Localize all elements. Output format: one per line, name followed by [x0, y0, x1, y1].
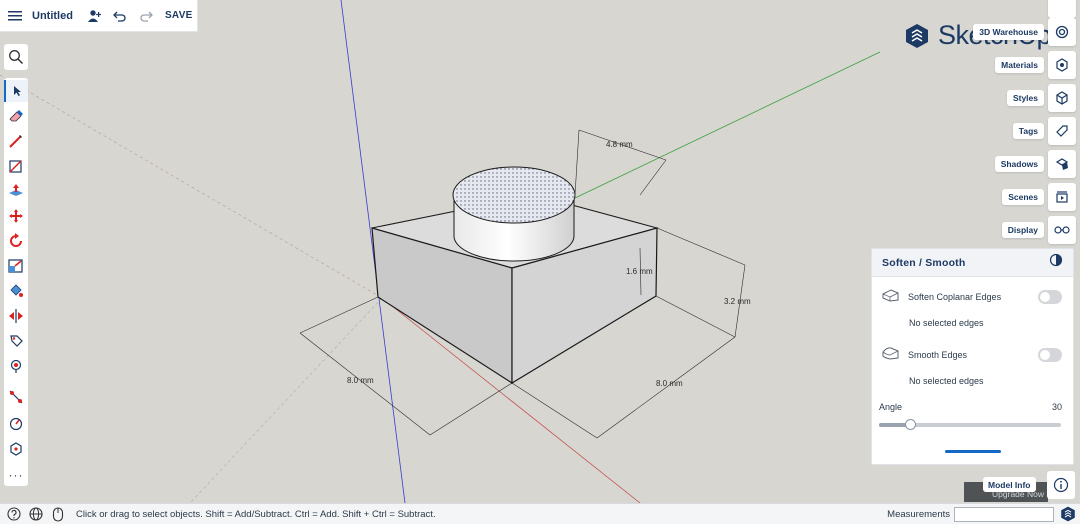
angle-slider[interactable]: [879, 419, 1061, 430]
angle-value: 30: [1051, 402, 1062, 412]
document-title[interactable]: Untitled: [32, 10, 73, 22]
styles-icon[interactable]: [1048, 84, 1076, 112]
angle-slider-thumb[interactable]: [904, 419, 916, 430]
soften-coplanar-row: Soften Coplanar Edges: [882, 288, 1062, 306]
rp-display-label[interactable]: Display: [1001, 222, 1044, 238]
cylinder-top-selected: [452, 166, 576, 224]
mouse-icon[interactable]: [50, 506, 66, 522]
rp-tags-label[interactable]: Tags: [1012, 123, 1044, 139]
soften-coplanar-toggle[interactable]: [1038, 290, 1062, 304]
dim-box-width: 8.0 mm: [347, 376, 374, 385]
paint-bucket-icon[interactable]: [4, 280, 28, 302]
rp-materials-label[interactable]: Materials: [995, 57, 1044, 73]
dim-box-depth: 8.0 mm: [656, 379, 683, 388]
measurements-label: Measurements: [887, 508, 950, 520]
orbit-icon[interactable]: [4, 438, 28, 460]
add-user-icon[interactable]: [81, 3, 107, 29]
left-toolbar: ···: [4, 78, 28, 486]
info-icon[interactable]: [1047, 471, 1075, 499]
select-arrow-icon[interactable]: [4, 80, 28, 102]
materials-icon[interactable]: [1048, 51, 1076, 79]
help-icon[interactable]: [6, 506, 22, 522]
warehouse-icon[interactable]: [1048, 18, 1076, 46]
status-bar: Click or drag to select objects. Shift =…: [0, 503, 1080, 524]
smooth-edges-row: Smooth Edges: [882, 346, 1062, 364]
soften-smooth-panel: Soften / Smooth Soften Coplanar Edges No…: [871, 248, 1074, 465]
smooth-edges-toggle[interactable]: [1038, 348, 1062, 362]
soften-contrast-icon[interactable]: [1049, 253, 1063, 272]
top-bar: Untitled SAVE: [0, 0, 198, 32]
smooth-edges-icon: [882, 346, 900, 365]
compass-icon[interactable]: [4, 412, 28, 434]
save-button[interactable]: SAVE: [165, 10, 193, 21]
green-axis: [574, 51, 881, 199]
rp-3d-warehouse-label[interactable]: 3D Warehouse: [973, 24, 1044, 40]
more-tools-button[interactable]: ···: [4, 464, 28, 486]
scale-icon[interactable]: [4, 255, 28, 277]
move-icon[interactable]: [4, 205, 28, 227]
push-pull-icon[interactable]: [4, 180, 28, 202]
soften-panel-header: Soften / Smooth: [872, 249, 1073, 277]
rp-scenes-label[interactable]: Scenes: [1002, 189, 1044, 205]
tags-icon[interactable]: [1048, 117, 1076, 145]
hamburger-icon[interactable]: [2, 3, 28, 29]
undo-icon[interactable]: [107, 3, 133, 29]
sketchup-small-logo-icon[interactable]: [1060, 506, 1076, 522]
position-camera-icon[interactable]: [4, 355, 28, 377]
tag-tool-icon[interactable]: [4, 330, 28, 352]
soften-coplanar-label: Soften Coplanar Edges: [908, 292, 1002, 302]
red-axis-negative: [0, 74, 383, 299]
rp-shadows-label[interactable]: Shadows: [994, 156, 1044, 172]
sketchup-logo-icon: [906, 23, 928, 48]
angle-row: Angle 30: [879, 402, 1062, 412]
green-axis-negative: [189, 297, 383, 503]
status-message: Click or drag to select objects. Shift =…: [76, 508, 436, 520]
dim-box-height: 3.2 mm: [724, 297, 751, 306]
flip-icon[interactable]: [4, 305, 28, 327]
pencil-line-icon[interactable]: [4, 130, 28, 152]
soften-panel-title: Soften / Smooth: [882, 256, 966, 269]
redo-icon[interactable]: [133, 3, 159, 29]
top-partial-icon[interactable]: [1048, 0, 1076, 18]
eraser-icon[interactable]: [4, 105, 28, 127]
soften-coplanar-note: No selected edges: [909, 318, 984, 328]
shadows-icon[interactable]: [1048, 150, 1076, 178]
dim-cylinder-diameter: 4.8 mm: [606, 140, 633, 149]
scenes-icon[interactable]: [1048, 183, 1076, 211]
angle-label: Angle: [879, 402, 903, 412]
glasses-icon[interactable]: [1048, 216, 1076, 244]
globe-icon[interactable]: [28, 506, 44, 522]
rectangle-icon[interactable]: [4, 155, 28, 177]
rotate-icon[interactable]: [4, 230, 28, 252]
measurements-input[interactable]: [954, 506, 1054, 522]
dim-cylinder-height: 1.6 mm: [626, 267, 653, 276]
model-info-label[interactable]: Model Info: [983, 477, 1036, 492]
soften-coplanar-icon: [882, 288, 900, 307]
tape-measure-icon[interactable]: [4, 386, 28, 408]
smooth-edges-label: Smooth Edges: [908, 350, 968, 360]
panel-resize-handle[interactable]: [945, 450, 1001, 453]
smooth-edges-note: No selected edges: [909, 376, 984, 386]
search-icon[interactable]: [4, 44, 28, 70]
rp-styles-label[interactable]: Styles: [1006, 90, 1044, 106]
more-tools-label: ···: [8, 468, 24, 482]
